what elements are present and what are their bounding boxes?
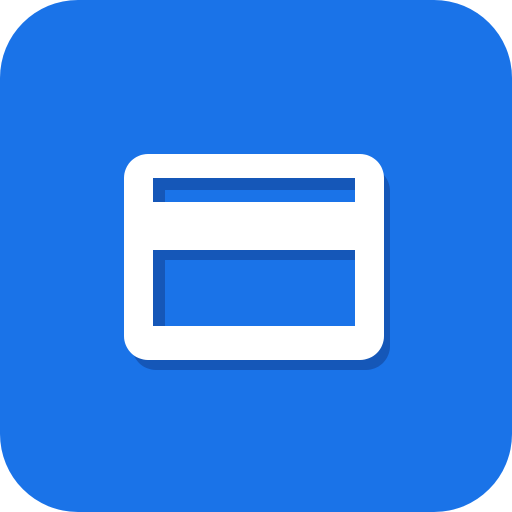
credit-card-stripe xyxy=(153,202,355,250)
app-icon-graphic xyxy=(0,0,512,512)
app-icon[interactable] xyxy=(0,0,512,512)
credit-card-top-inner-shadow xyxy=(153,178,355,188)
